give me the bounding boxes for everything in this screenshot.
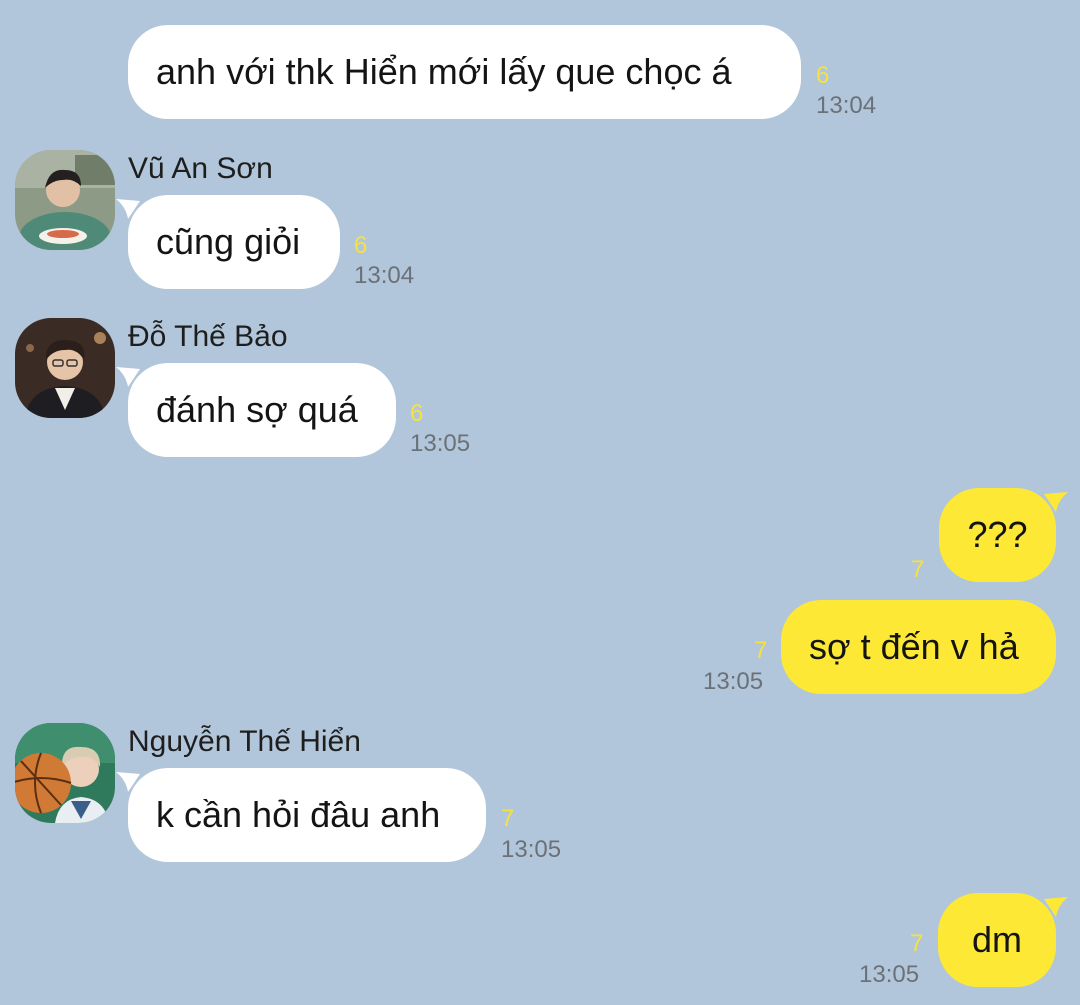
message-bubble-incoming[interactable]: đánh sợ quá [116,363,396,457]
message-text: ??? [967,514,1028,555]
message-text: k cần hỏi đâu anh [156,794,441,835]
bubble-tail [1044,492,1068,512]
message-text: đánh sợ quá [156,389,358,430]
message-bubble-outgoing[interactable]: dm [938,893,1068,987]
unread-count: 6 [816,62,830,89]
message-text: cũng giỏi [156,221,301,262]
message-timestamp: 13:04 [816,92,877,119]
message-timestamp: 13:05 [410,430,471,457]
profile-photo-icon [15,150,115,250]
sender-name: Vũ An Sơn [128,152,273,185]
profile-photo-icon [15,318,115,418]
message-text: dm [971,919,1022,960]
bubble-tail [1044,897,1068,917]
bubble-tail [116,199,140,219]
message-timestamp: 13:05 [859,961,920,988]
profile-photo-icon [15,723,115,823]
message-bubble-incoming[interactable]: anh với thk Hiển mới lấy que chọc á [128,25,801,119]
bubble-tail [116,367,140,387]
message-timestamp: 13:05 [501,836,562,863]
unread-count: 6 [354,232,368,259]
message-bubble-outgoing[interactable]: ??? [939,488,1068,582]
avatar-vu-an-son[interactable] [15,150,115,250]
message-text: anh với thk Hiển mới lấy que chọc á [156,51,732,92]
message-text: sợ t đến v hả [809,626,1019,667]
message-timestamp: 13:04 [354,262,415,289]
unread-count: 6 [410,400,424,427]
sender-name: Đỗ Thế Bảo [128,320,288,353]
unread-count: 7 [754,637,768,664]
unread-count: 7 [501,805,515,832]
message-timestamp: 13:05 [703,668,764,695]
unread-count: 7 [910,930,924,957]
sender-name: Nguyễn Thế Hiển [128,725,361,758]
bubble-tail [116,772,140,792]
message-bubble-incoming[interactable]: cũng giỏi [116,195,340,289]
message-bubble-outgoing[interactable]: sợ t đến v hả [781,600,1056,694]
message-bubble-incoming[interactable]: k cần hỏi đâu anh [116,768,486,862]
avatar-do-the-bao[interactable] [15,318,115,418]
unread-count: 7 [911,556,925,583]
avatar-nguyen-the-hien[interactable] [15,723,115,823]
